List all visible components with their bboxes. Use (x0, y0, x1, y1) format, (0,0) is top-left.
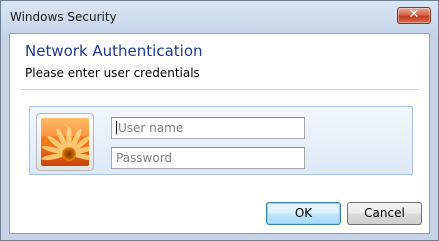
close-button[interactable]: ✕ (397, 7, 431, 24)
password-placeholder: Password (116, 151, 173, 165)
password-field[interactable]: Password (111, 147, 305, 169)
user-tile-frame (36, 113, 94, 171)
divider (21, 89, 418, 90)
credential-tile: User name Password (29, 106, 413, 175)
security-dialog-window: Windows Security ✕ Network Authenticatio… (0, 0, 439, 241)
close-icon: ✕ (408, 7, 420, 22)
username-placeholder: User name (118, 121, 184, 135)
user-tile-flower-icon (41, 118, 89, 166)
cancel-button[interactable]: Cancel (347, 202, 422, 225)
title-bar[interactable]: Windows Security ✕ (1, 1, 438, 33)
dialog-subheading: Please enter user credentials (25, 66, 200, 80)
dialog-heading: Network Authentication (25, 42, 203, 60)
text-caret (116, 121, 117, 134)
dialog-content: Network Authentication Please enter user… (9, 33, 430, 234)
ok-button[interactable]: OK (266, 202, 341, 225)
username-field[interactable]: User name (111, 117, 305, 139)
window-title: Windows Security (10, 10, 117, 24)
